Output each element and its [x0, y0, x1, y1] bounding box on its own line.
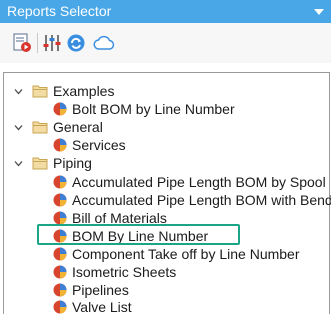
refresh-icon[interactable]	[65, 32, 87, 54]
tree-group-label: Examples	[53, 83, 115, 99]
folder-icon	[32, 84, 48, 98]
report-settings-icon[interactable]	[41, 32, 63, 54]
tree-group-label: General	[53, 119, 103, 135]
title-bar: Reports Selector	[0, 0, 331, 23]
tree-item-label: Bolt BOM by Line Number	[72, 101, 235, 117]
tree-item[interactable]: Pipelines	[0, 281, 331, 299]
tree-group-label: Piping	[53, 155, 92, 171]
window-title: Reports Selector	[7, 3, 112, 19]
tree-item-label: Component Take off by Line Number	[72, 246, 300, 262]
report-icon	[52, 246, 68, 262]
run-report-icon[interactable]	[11, 32, 33, 54]
tree-item-label: Valve List	[72, 299, 132, 314]
report-icon	[52, 192, 68, 208]
tree-item-label: Isometric Sheets	[72, 264, 177, 280]
highlight-box	[37, 224, 240, 245]
cloud-icon[interactable]	[93, 32, 115, 54]
tree-item-label: Services	[72, 137, 126, 153]
report-icon	[52, 282, 68, 298]
chevron-down-icon[interactable]	[12, 82, 24, 100]
tree-item-label: Accumulated Pipe Length BOM by Spool	[72, 174, 326, 190]
report-icon	[52, 137, 68, 153]
toolbar-separator	[37, 33, 38, 53]
toolbar	[0, 23, 331, 63]
tree-item-label: Pipelines	[72, 282, 129, 298]
folder-icon	[32, 156, 48, 170]
report-icon	[52, 101, 68, 117]
report-icon	[52, 174, 68, 190]
tree-item[interactable]: Component Take off by Line Number	[0, 245, 331, 263]
tree-item[interactable]: Services	[0, 136, 331, 154]
tree-item[interactable]: Isometric Sheets	[0, 263, 331, 281]
chevron-down-icon[interactable]	[12, 154, 24, 172]
report-icon	[52, 299, 68, 314]
chevron-down-icon[interactable]	[12, 118, 24, 136]
tree-item[interactable]: Bolt BOM by Line Number	[0, 100, 331, 118]
tree-item[interactable]: Accumulated Pipe Length BOM by Spool	[0, 173, 331, 191]
tree-group-piping[interactable]: Piping	[0, 154, 331, 172]
tree-item-label: Accumulated Pipe Length BOM with Bends	[72, 192, 331, 208]
report-icon	[52, 264, 68, 280]
reports-selector-panel: Reports Selector Examples Bolt BOM by Li…	[0, 0, 331, 314]
chevron-down-icon[interactable]	[311, 0, 327, 23]
tree-group-examples[interactable]: Examples	[0, 82, 331, 100]
tree-item[interactable]: Accumulated Pipe Length BOM with Bends	[0, 191, 331, 209]
tree-item[interactable]: Valve List	[0, 298, 331, 314]
tree-group-general[interactable]: General	[0, 118, 331, 136]
folder-icon	[32, 120, 48, 134]
